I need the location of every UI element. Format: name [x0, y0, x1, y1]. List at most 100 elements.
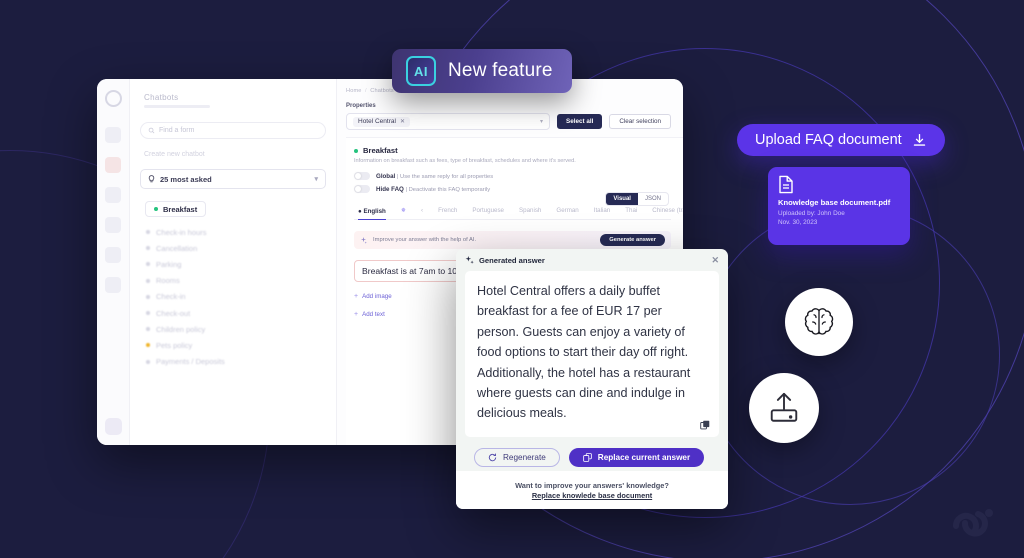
copy-icon[interactable] — [700, 420, 710, 430]
status-dot-icon — [146, 294, 150, 299]
view-mode-toggle[interactable]: Visual JSON — [605, 192, 669, 206]
hide-faq-toggle-text: Hide FAQ | Deactivate this FAQ temporari… — [376, 186, 490, 193]
breadcrumb-separator: / — [365, 88, 367, 94]
rail-icon-inbox[interactable] — [105, 187, 121, 203]
breadcrumb-item-chatbots[interactable]: Chatbots — [370, 88, 394, 94]
search-icon — [148, 127, 155, 134]
swap-icon — [583, 453, 592, 462]
new-feature-label: New feature — [448, 60, 553, 81]
hide-faq-toggle-desc: Deactivate this FAQ temporarily — [408, 186, 491, 193]
list-item[interactable]: Check-in hours — [140, 224, 326, 240]
rail-icon-settings[interactable] — [105, 277, 121, 293]
new-feature-badge: AI New feature — [392, 49, 572, 93]
create-chatbot-link[interactable]: Create new chatbot — [144, 151, 326, 158]
sparkle-icon — [360, 236, 367, 244]
close-icon[interactable]: ✕ — [711, 255, 719, 265]
properties-select[interactable]: Hotel Central ✕ ▾ — [346, 113, 551, 130]
tab-italian[interactable]: Italian — [594, 207, 611, 214]
rail-icon-chatbots[interactable] — [105, 157, 121, 173]
list-item[interactable]: Cancellation — [140, 240, 326, 256]
rail-icon-account[interactable] — [105, 418, 122, 435]
app-sidebar: Chatbots Find a form Create new chatbot … — [130, 79, 337, 445]
global-toggle-desc: Use the same reply for all properties — [400, 173, 494, 180]
rail-icon-reports[interactable] — [105, 217, 121, 233]
generated-answer-panel: Generated answer ✕ Hotel Central offers … — [456, 249, 728, 509]
tab-german[interactable]: German — [556, 207, 578, 214]
list-item-label: Check-in hours — [156, 227, 207, 237]
properties-row: Hotel Central ✕ ▾ Select all Clear selec… — [346, 113, 671, 130]
generated-answer-actions: Regenerate Replace current answer — [456, 437, 728, 467]
toggle-row-global[interactable]: Global | Use the same reply for all prop… — [354, 172, 671, 180]
hide-faq-toggle[interactable] — [354, 185, 370, 193]
generated-answer-text: Hotel Central offers a daily buffet brea… — [477, 284, 691, 421]
tab-chinese[interactable]: Chinese (traditional) — [652, 207, 683, 214]
rail-icon-contacts[interactable] — [105, 247, 121, 263]
document-icon — [778, 175, 900, 194]
plus-icon: + — [354, 311, 359, 318]
view-mode-json[interactable]: JSON — [638, 193, 668, 205]
status-dot-icon — [146, 327, 150, 332]
generated-answer-header: Generated answer ✕ — [456, 249, 728, 271]
tab-spanish[interactable]: Spanish — [519, 207, 541, 214]
tab-portuguese[interactable]: Portuguese — [472, 207, 504, 214]
close-icon[interactable]: ✕ — [400, 118, 405, 125]
ai-suggestion-bar: Improve your answer with the help of AI.… — [354, 231, 671, 249]
rail-icon-home[interactable] — [105, 127, 121, 143]
hide-faq-toggle-label: Hide FAQ — [376, 185, 404, 193]
tab-thai[interactable]: Thai — [625, 207, 637, 214]
faq-group-select[interactable]: 25 most asked ▾ — [140, 169, 326, 189]
status-dot-icon — [154, 207, 158, 211]
generate-answer-button[interactable]: Generate answer — [600, 234, 665, 246]
tab-english[interactable]: ● English — [358, 208, 386, 220]
list-item[interactable]: Children policy — [140, 321, 326, 337]
replace-current-answer-button[interactable]: Replace current answer — [568, 448, 705, 467]
view-mode-visual[interactable]: Visual — [606, 193, 638, 205]
refresh-icon — [488, 453, 497, 462]
add-text-label: Add text — [362, 311, 385, 318]
screenshot-canvas: Chatbots Find a form Create new chatbot … — [0, 0, 1024, 558]
list-item-label: Pets policy — [156, 340, 193, 350]
ai-icon: AI — [406, 56, 436, 86]
brain-icon — [801, 306, 837, 338]
list-item[interactable]: Rooms — [140, 273, 326, 289]
regenerate-label: Regenerate — [503, 453, 546, 462]
knowledge-base-document-card[interactable]: Knowledge base document.pdf Uploaded by:… — [768, 167, 910, 245]
nav-rail — [97, 79, 130, 445]
clear-selection-button[interactable]: Clear selection — [609, 114, 671, 129]
faq-title: Breakfast — [354, 146, 671, 155]
generated-answer-body: Hotel Central offers a daily buffet brea… — [465, 271, 719, 437]
property-chip[interactable]: Hotel Central ✕ — [353, 116, 410, 127]
properties-label: Properties — [346, 103, 376, 109]
translate-ai-icon[interactable]: ✵ — [401, 207, 406, 214]
ai-suggestion-label: Improve your answer with the help of AI. — [373, 237, 477, 243]
document-name: Knowledge base document.pdf — [778, 198, 891, 207]
global-toggle[interactable] — [354, 172, 370, 180]
tab-french[interactable]: French — [438, 207, 457, 214]
faq-group-select-value: 25 most asked — [160, 174, 212, 184]
search-input[interactable]: Find a form — [140, 122, 326, 139]
faq-title-label: Breakfast — [363, 146, 398, 155]
upload-icon — [765, 391, 803, 425]
add-image-label: Add image — [362, 293, 392, 300]
sidebar-subtitle-placeholder — [144, 105, 210, 108]
sidebar-item-breakfast[interactable]: Breakfast — [145, 201, 207, 217]
brand-watermark-logo — [948, 500, 1002, 540]
breadcrumb-item-home[interactable]: Home — [346, 88, 362, 94]
regenerate-button[interactable]: Regenerate — [474, 448, 560, 467]
replace-knowledge-base-link[interactable]: Replace knowlede base document — [532, 491, 652, 500]
document-uploaded-by: Uploaded by: John Doe — [778, 210, 845, 217]
list-item[interactable]: Check-out — [140, 305, 326, 321]
list-item[interactable]: Payments / Deposits — [140, 354, 326, 370]
upload-faq-document-button[interactable]: Upload FAQ document — [737, 124, 945, 156]
upload-faq-label: Upload FAQ document — [755, 132, 902, 148]
list-item-label: Check-out — [156, 308, 191, 318]
download-icon — [912, 133, 927, 148]
lang-prev-arrow[interactable]: ‹ — [421, 207, 423, 214]
list-item[interactable]: Check-in — [140, 289, 326, 305]
ai-icon-label: AI — [414, 63, 428, 79]
upload-icon-circle — [749, 373, 819, 443]
select-all-button[interactable]: Select all — [557, 114, 603, 129]
list-item[interactable]: Parking — [140, 256, 326, 272]
generated-answer-footer: Want to improve your answers' knowledge?… — [456, 471, 728, 509]
list-item[interactable]: Pets policy — [140, 337, 326, 353]
